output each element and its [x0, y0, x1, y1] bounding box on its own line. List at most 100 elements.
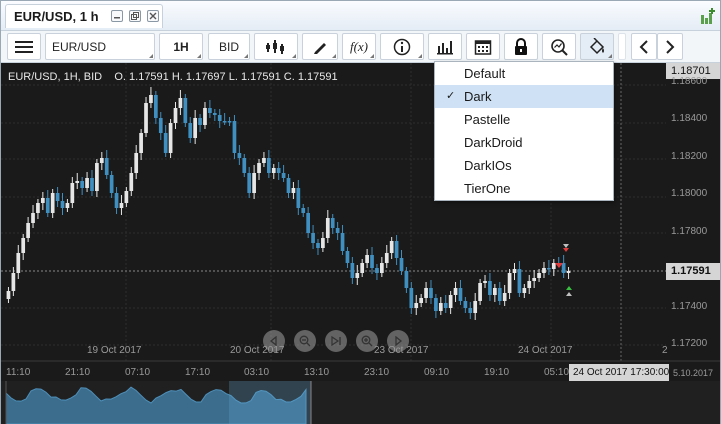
lock-button[interactable] [504, 33, 538, 60]
time-axis-label: 03:10 [244, 367, 270, 378]
pencil-icon [314, 42, 326, 54]
theme-option-label: Dark [464, 89, 492, 104]
candle-body [389, 241, 394, 253]
candle-body [271, 168, 276, 173]
menu-button[interactable] [7, 33, 41, 60]
candle-body [551, 263, 556, 269]
time-axis-label: 19:10 [484, 367, 510, 378]
checkmark-icon: ✓ [446, 90, 456, 102]
candle-body [384, 253, 389, 263]
candle-body [237, 153, 242, 158]
theme-option-default[interactable]: Default [435, 62, 613, 85]
date-axis-label: 24 Oct 2017 [518, 345, 573, 356]
time-axis-label: 05:10 [544, 367, 570, 378]
date-axis-label: 23 Oct 2017 [374, 345, 429, 356]
candle-body [99, 158, 104, 163]
volume-button[interactable] [428, 33, 462, 60]
paint-bucket-icon [589, 37, 605, 54]
candle-body [144, 103, 148, 133]
theme-option-darkdroid[interactable]: DarkDroid [435, 131, 613, 154]
candle-body [443, 303, 448, 308]
theme-option-pastelle[interactable]: Pastelle [435, 108, 613, 131]
reset-zoom-button[interactable] [325, 330, 347, 352]
window-title: EUR/USD, 1 h [14, 9, 99, 24]
candle-body [399, 258, 404, 271]
timeframe-label: 1H [173, 39, 189, 54]
candle-body [335, 228, 340, 233]
zoom-out-button[interactable] [294, 330, 316, 352]
zoom-button[interactable] [542, 33, 576, 60]
candle-body [139, 133, 143, 153]
candle-body [394, 241, 399, 258]
candle-body [414, 303, 419, 308]
candle-body [85, 178, 89, 188]
candle-body [158, 118, 163, 133]
theme-option-label: DarkDroid [464, 135, 523, 150]
theme-option-dark[interactable]: ✓ Dark [435, 85, 613, 108]
restore-icon[interactable] [129, 10, 141, 22]
candle-body [468, 308, 473, 313]
chevron-right-icon [666, 39, 675, 54]
candle-body [109, 175, 114, 193]
candle-body [90, 178, 94, 191]
calendar-button[interactable] [466, 33, 500, 60]
candle-body [542, 268, 546, 273]
candle-body [45, 198, 50, 213]
candle-body [134, 153, 139, 173]
close-icon[interactable] [147, 10, 159, 22]
candle-body [566, 271, 571, 273]
bar-chart-icon [437, 40, 453, 54]
zoom-out-icon [299, 335, 311, 347]
scroll-right-button[interactable] [657, 33, 683, 60]
candle-body [104, 158, 109, 175]
indicators-button[interactable]: f(x) [342, 33, 376, 60]
candle-body [80, 181, 85, 188]
minimize-icon[interactable] [111, 10, 123, 22]
candle-body [227, 121, 232, 123]
candle-body [561, 263, 566, 273]
candle-body [296, 188, 301, 208]
chart-window: EUR/USD, 1 h EUR/USD 1H BID f(x) EUR/USD… [0, 0, 721, 424]
candle-body [178, 98, 183, 108]
candle-body [153, 95, 158, 118]
theme-option-label: Pastelle [464, 112, 511, 127]
candle-body [360, 263, 365, 273]
candle-body [40, 198, 45, 203]
formula-label: f(x) [349, 38, 369, 54]
candle-body [527, 281, 532, 288]
candle-body [198, 118, 202, 125]
chart-type-button[interactable] [254, 33, 298, 60]
theme-option-tierone[interactable]: TierOne [435, 177, 613, 200]
candle-body [173, 108, 178, 123]
instrument-label: EUR/USD [52, 39, 107, 54]
time-axis-label: 13:10 [304, 367, 330, 378]
candle-body [355, 273, 360, 278]
price-type-selector[interactable]: BID [208, 33, 250, 60]
price-axis-label: 1.18400 [671, 113, 708, 124]
theme-button[interactable] [580, 33, 614, 60]
magnifier-chart-icon [551, 38, 568, 56]
candle-body [163, 133, 168, 153]
candle-body [252, 173, 256, 193]
drawing-tools-button[interactable] [302, 33, 338, 60]
candle-body [325, 218, 330, 238]
candle-body [438, 303, 443, 311]
info-button[interactable] [380, 33, 424, 60]
theme-option-darkios[interactable]: DarkIOs [435, 154, 613, 177]
instrument-selector[interactable]: EUR/USD [45, 33, 155, 60]
candle-body [458, 288, 463, 301]
scroll-left-button[interactable] [631, 33, 657, 60]
navigator-window[interactable] [229, 381, 311, 424]
candle-body [36, 203, 40, 213]
candle-body [311, 233, 315, 243]
candle-body [11, 273, 16, 291]
candle-body [217, 115, 222, 121]
current-price-label: 1.17591 [671, 265, 711, 277]
timeframe-selector[interactable]: 1H [159, 33, 203, 60]
candle-body [522, 288, 527, 293]
time-axis-label: 11:10 [6, 367, 31, 378]
candle-body [208, 108, 212, 113]
add-chart-icon[interactable] [700, 7, 716, 25]
time-axis-label: 23:10 [364, 367, 390, 378]
candle-body [434, 298, 438, 311]
